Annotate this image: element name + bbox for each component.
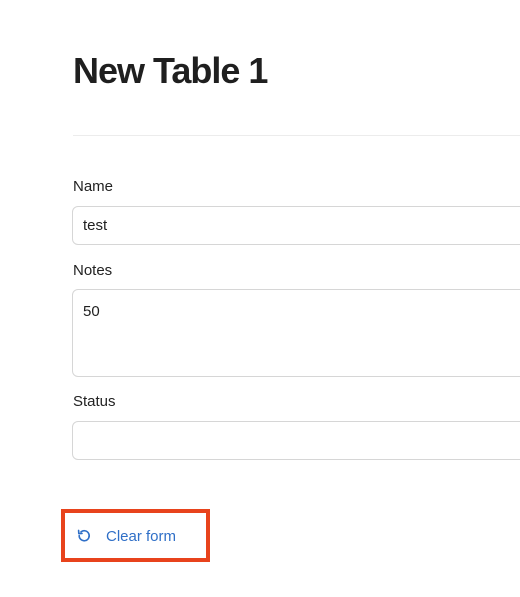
notes-textarea[interactable]: 50 xyxy=(72,289,520,377)
name-input[interactable] xyxy=(72,206,520,245)
new-table-form-page: New Table 1 Name Notes 50 Status Clear f… xyxy=(0,0,520,597)
status-label: Status xyxy=(73,393,116,410)
title-divider xyxy=(73,135,520,136)
clear-form-highlight: Clear form xyxy=(61,509,210,562)
notes-label: Notes xyxy=(73,262,113,279)
status-input[interactable] xyxy=(72,421,520,460)
rotate-ccw-icon xyxy=(76,528,92,544)
clear-form-button[interactable]: Clear form xyxy=(76,524,176,548)
name-label: Name xyxy=(73,178,114,195)
clear-form-label: Clear form xyxy=(106,527,177,545)
page-title: New Table 1 xyxy=(73,50,268,91)
